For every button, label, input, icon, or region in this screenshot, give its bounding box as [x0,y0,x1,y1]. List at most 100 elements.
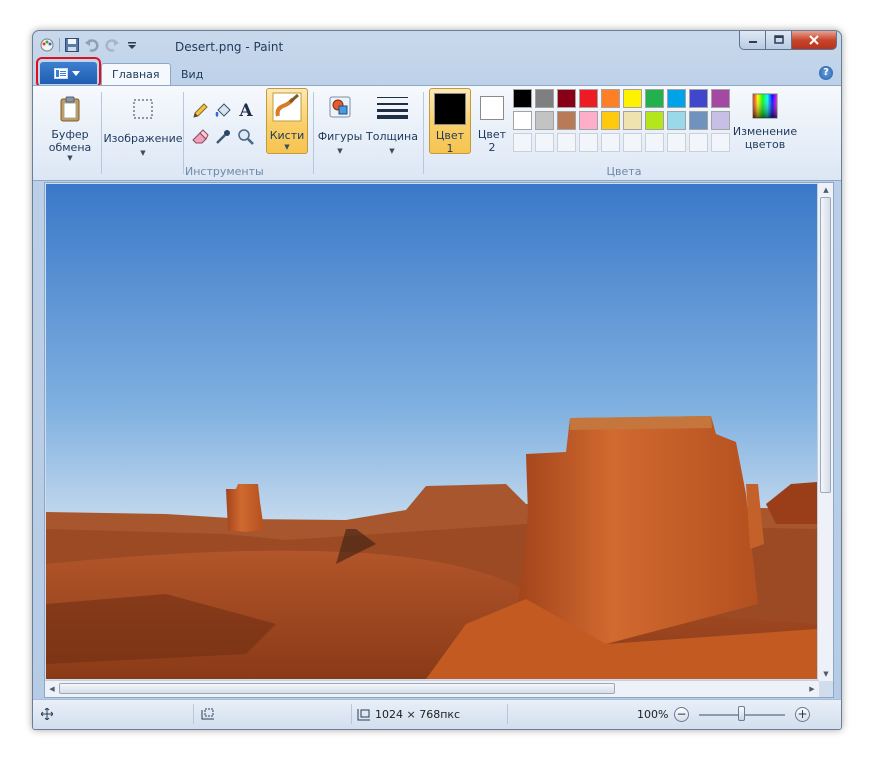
palette-color-swatch[interactable] [557,89,576,108]
group-image: Изображение ▼ [103,89,183,177]
group-clipboard: Буфер обмена ▼ [37,89,99,177]
pencil-icon[interactable] [190,101,210,121]
scroll-down-icon[interactable]: ▼ [819,667,833,681]
canvas-area: ▲ ▼ ◀ ▶ [44,182,834,698]
tab-view[interactable]: Вид [171,63,213,85]
palette-empty-swatch[interactable] [711,133,730,152]
ribbon-separator [101,92,102,174]
brushes-dropdown-icon: ▼ [284,143,290,151]
palette-color-swatch[interactable] [623,89,642,108]
help-icon[interactable]: ? [819,66,833,80]
palette-color-swatch[interactable] [579,89,598,108]
palette-color-swatch[interactable] [557,111,576,130]
ribbon-separator [423,92,424,174]
zoom-out-button[interactable]: − [674,707,689,722]
palette-color-swatch[interactable] [667,111,686,130]
undo-icon[interactable] [84,37,100,53]
scroll-left-icon[interactable]: ◀ [45,682,59,696]
ribbon-separator [313,92,314,174]
color1-label-line1: Цвет [435,129,465,142]
palette-empty-swatch[interactable] [535,133,554,152]
color1-label: Цвет 1 [430,129,470,155]
palette-empty-swatch[interactable] [513,133,532,152]
horizontal-scrollbar[interactable]: ◀ ▶ [45,680,819,697]
zoom-level: 100% [637,708,669,721]
palette-empty-swatch[interactable] [667,133,686,152]
eraser-icon[interactable] [190,127,210,147]
window-title: Desert.png - Paint [175,40,284,54]
redo-icon[interactable] [104,37,120,53]
edit-colors-label-line1: Изменение [732,125,798,138]
vertical-scroll-thumb[interactable] [820,197,831,493]
palette-empty-swatch[interactable] [689,133,708,152]
image-label: Изображение [103,132,183,145]
palette-color-swatch[interactable] [579,111,598,130]
palette-color-swatch[interactable] [711,89,730,108]
palette-color-swatch[interactable] [689,111,708,130]
palette-color-swatch[interactable] [623,111,642,130]
palette-color-swatch[interactable] [601,89,620,108]
paint-app-icon[interactable] [39,37,55,53]
palette-color-swatch[interactable] [711,111,730,130]
zoom-in-button[interactable]: + [795,707,810,722]
color-picker-icon[interactable] [213,127,233,147]
palette-color-swatch[interactable] [535,111,554,130]
color2-swatch [480,96,504,120]
shapes-label: Фигуры [317,130,363,143]
edit-colors-label-line2: цветов [744,138,786,151]
size-button[interactable]: Толщина ▼ [365,91,419,155]
paint-window: Desert.png - Paint Главная Вид ? Буфер о… [32,30,842,730]
palette-color-swatch[interactable] [601,111,620,130]
palette-color-swatch[interactable] [513,111,532,130]
close-icon [809,35,819,45]
horizontal-scroll-thumb[interactable] [59,683,615,694]
image-dropdown-icon: ▼ [140,149,146,157]
status-divider [351,704,352,724]
tab-home[interactable]: Главная [101,63,171,85]
color1-swatch [434,93,466,125]
color2-button[interactable]: Цвет 2 [476,88,508,154]
zoom-slider-thumb[interactable] [738,706,745,721]
palette-color-swatch[interactable] [645,89,664,108]
scroll-up-icon[interactable]: ▲ [819,183,833,197]
scroll-right-icon[interactable]: ▶ [805,682,819,696]
qat-divider [59,38,60,52]
palette-empty-swatch[interactable] [645,133,664,152]
edit-colors-button[interactable]: Изменение цветов [731,90,799,151]
palette-color-swatch[interactable] [535,89,554,108]
fill-bucket-icon[interactable] [213,101,233,121]
palette-empty-swatch[interactable] [601,133,620,152]
color2-label-line1: Цвет [477,128,507,141]
palette-empty-swatch[interactable] [623,133,642,152]
maximize-icon [773,35,784,44]
close-button[interactable] [792,31,837,50]
palette-color-swatch[interactable] [513,89,532,108]
magnifier-icon[interactable] [236,127,256,147]
color1-button[interactable]: Цвет 1 [429,88,471,155]
shapes-button[interactable]: Фигуры ▼ [317,91,363,155]
image-size-icon [357,708,370,720]
brushes-button[interactable]: Кисти ▼ [266,88,308,154]
palette-color-swatch[interactable] [645,111,664,130]
select-icon [127,93,159,125]
image-button[interactable]: Изображение ▼ [103,93,183,157]
size-label: Толщина [366,130,418,143]
maximize-button[interactable] [766,31,792,50]
minimize-button[interactable] [739,31,766,50]
ribbon-home: Буфер обмена ▼ Изображение ▼ A Инструмен… [33,85,841,181]
group-size: Толщина ▼ [365,89,419,177]
title-bar: Desert.png - Paint [33,31,841,59]
save-icon[interactable] [64,37,80,53]
vertical-scrollbar[interactable]: ▲ ▼ [817,183,833,681]
group-shapes: Фигуры ▼ [317,89,363,177]
customize-toolbar-icon[interactable] [124,37,140,53]
canvas-image[interactable] [46,184,817,679]
palette-empty-swatch[interactable] [579,133,598,152]
palette-empty-swatch[interactable] [557,133,576,152]
text-tool-icon[interactable]: A [236,101,256,121]
palette-color-swatch[interactable] [689,89,708,108]
clipboard-button[interactable]: Буфер обмена ▼ [45,93,95,162]
group-colors: Цвета [513,89,735,178]
minimize-icon [748,41,757,43]
palette-color-swatch[interactable] [667,89,686,108]
